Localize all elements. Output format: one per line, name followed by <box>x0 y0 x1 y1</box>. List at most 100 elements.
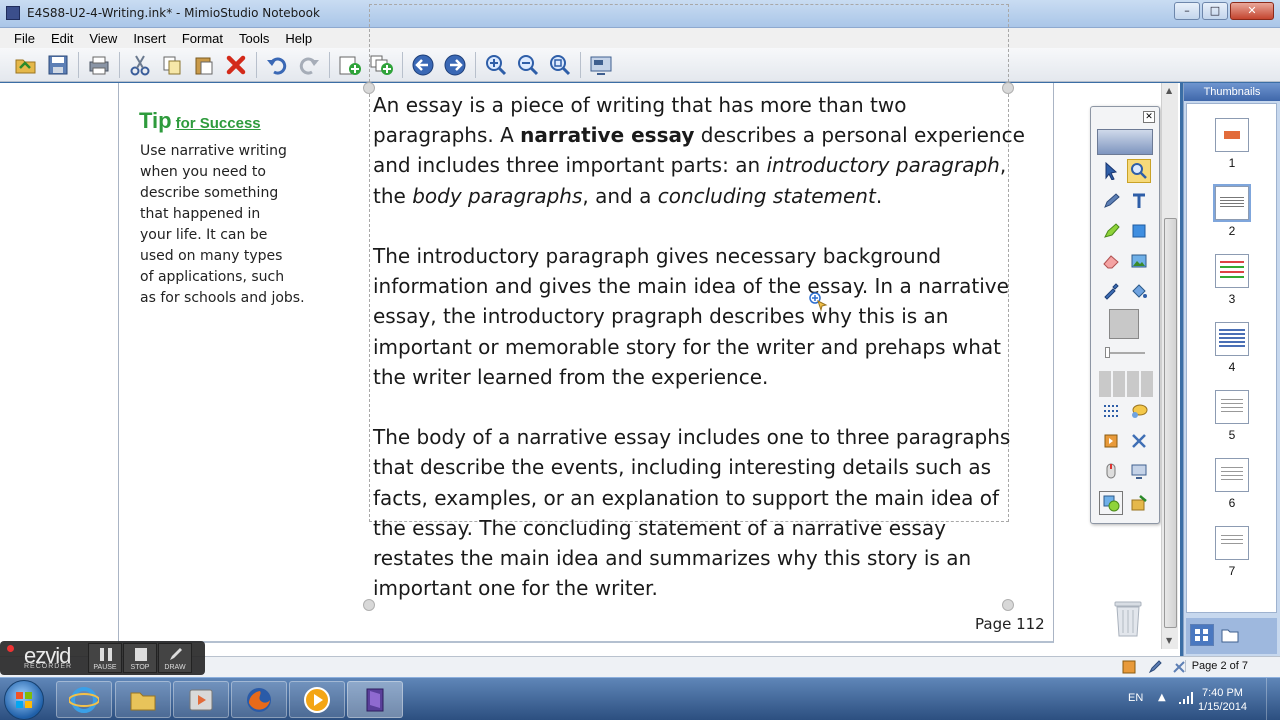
scroll-up-arrow-icon[interactable]: ▲ <box>1166 86 1172 95</box>
copy-icon <box>163 56 181 74</box>
essay-text-run: the <box>373 183 413 208</box>
menu-help[interactable]: Help <box>277 31 320 46</box>
thickness-slider-thumb[interactable] <box>1105 347 1110 358</box>
essay-text-run: , and a <box>582 183 658 208</box>
essay-paragraph-intro: An essay is a piece of writing that has … <box>373 90 1025 211</box>
text-icon <box>1133 193 1145 208</box>
thumbnail-number: 3 <box>1228 292 1236 306</box>
show-desktop-button[interactable] <box>1266 678 1280 720</box>
taskbar-media-player[interactable] <box>173 681 229 718</box>
insert-button[interactable] <box>1127 491 1151 515</box>
color-swatch[interactable] <box>1109 309 1139 339</box>
image-tool-button[interactable] <box>1127 249 1151 273</box>
save-icon <box>48 55 68 74</box>
eyedropper-tool-button[interactable] <box>1099 279 1123 303</box>
ezvid-stop-button[interactable]: STOP <box>123 643 157 673</box>
ezvid-draw-button[interactable]: DRAW <box>158 643 192 673</box>
line-style-picker[interactable] <box>1099 371 1153 397</box>
thumbnails-view-button[interactable] <box>1190 624 1214 646</box>
vertical-scrollbar[interactable]: ▲ ▼ <box>1161 83 1178 649</box>
tip-line: Use narrative writing <box>140 143 287 159</box>
eraser-tool-button[interactable] <box>1099 249 1123 273</box>
language-indicator[interactable]: EN <box>1128 692 1143 704</box>
paste-button[interactable] <box>190 51 218 79</box>
callout-tool-button[interactable] <box>1127 399 1151 423</box>
print-button[interactable] <box>85 51 113 79</box>
scroll-down-arrow-icon[interactable]: ▼ <box>1166 636 1172 645</box>
menu-insert[interactable]: Insert <box>125 31 174 46</box>
menu-format[interactable]: Format <box>174 31 231 46</box>
tip-line: your life. It can be <box>140 227 268 243</box>
exit-icon[interactable] <box>1122 660 1136 674</box>
mouse-tool-button[interactable] <box>1099 459 1123 483</box>
thumbnail-page-7[interactable]: 7 <box>1205 526 1259 578</box>
zoom-tool-button[interactable] <box>1127 159 1151 183</box>
pen-status-icon[interactable] <box>1148 660 1162 674</box>
menu-view[interactable]: View <box>81 31 125 46</box>
trash-icon[interactable] <box>1112 598 1144 638</box>
media-player-icon <box>189 689 213 710</box>
copy-button[interactable] <box>158 51 186 79</box>
folder-view-button[interactable] <box>1218 624 1242 646</box>
network-signal-icon[interactable] <box>1178 691 1194 705</box>
window-title: E4S88-U2-4-Writing.ink* - MimioStudio No… <box>27 6 320 20</box>
open-button[interactable] <box>12 51 40 79</box>
screen-capture-button[interactable] <box>1127 459 1151 483</box>
reveal-tool-button[interactable] <box>1099 429 1123 453</box>
ezvid-stop-label: STOP <box>130 664 150 671</box>
thickness-slider[interactable] <box>1105 352 1145 354</box>
open-icon <box>15 59 36 73</box>
essay-line: and includes three important parts: an i… <box>373 150 1013 180</box>
screen-capture-icon <box>1131 464 1147 479</box>
taskbar-media-player-classic[interactable] <box>289 681 345 718</box>
palette-close-button[interactable]: ✕ <box>1143 111 1155 123</box>
ezvid-pause-button[interactable]: PAUSE <box>88 643 122 673</box>
pen-preview <box>1097 129 1153 155</box>
menu-tools[interactable]: Tools <box>231 31 277 46</box>
taskbar-firefox[interactable] <box>231 681 287 718</box>
rectangle-icon <box>1132 224 1146 238</box>
thumbnail-page-1[interactable]: 1 <box>1205 118 1259 170</box>
menu-edit[interactable]: Edit <box>43 31 81 46</box>
thumbnail-page-4[interactable]: 4 <box>1205 322 1259 374</box>
save-button[interactable] <box>44 51 72 79</box>
highlighter-tool-button[interactable] <box>1099 219 1123 243</box>
scrollbar-thumb[interactable] <box>1164 218 1177 628</box>
new-page-button[interactable] <box>336 51 364 79</box>
taskbar-file-explorer[interactable] <box>115 681 171 718</box>
system-clock[interactable]: 7:40 PM 1/15/2014 <box>1198 686 1247 714</box>
menu-file[interactable]: File <box>6 31 43 46</box>
gallery-button[interactable] <box>1099 491 1123 515</box>
redo-button[interactable] <box>295 51 323 79</box>
thumbnail-image <box>1215 322 1249 356</box>
thumbnails-bottom-bar <box>1186 618 1277 654</box>
essay-line: important or memorable story for the wri… <box>373 334 1001 359</box>
shape-tool-button[interactable] <box>1127 219 1151 243</box>
tray-expand-icon[interactable]: ▲ <box>1158 692 1166 703</box>
taskbar-internet-explorer[interactable] <box>56 681 112 718</box>
grid-tool-button[interactable] <box>1099 399 1123 423</box>
insert-icon <box>1131 495 1147 511</box>
taskbar-mimio-notebook[interactable] <box>347 681 403 718</box>
folder-icon <box>1221 629 1239 643</box>
cut-button[interactable] <box>126 51 154 79</box>
tools-button[interactable] <box>1127 429 1151 453</box>
undo-button[interactable] <box>263 51 291 79</box>
thumbnail-page-2[interactable]: 2 <box>1205 184 1259 238</box>
minimize-button[interactable]: – <box>1174 2 1200 20</box>
thumbnail-number: 1 <box>1228 156 1236 170</box>
select-tool-button[interactable] <box>1099 159 1123 183</box>
essay-line: An essay is a piece of writing that has … <box>373 90 1013 120</box>
text-tool-button[interactable] <box>1127 189 1151 213</box>
pen-tool-button[interactable] <box>1099 189 1123 213</box>
thumbnail-page-5[interactable]: 5 <box>1205 390 1259 442</box>
thumbnail-page-6[interactable]: 6 <box>1205 458 1259 510</box>
tip-line: when you need to <box>140 164 266 180</box>
close-button[interactable]: ✕ <box>1230 2 1274 20</box>
fill-tool-button[interactable] <box>1127 279 1151 303</box>
essay-line: the essay. The concluding statement of a… <box>373 515 946 540</box>
delete-button[interactable] <box>222 51 250 79</box>
maximize-button[interactable]: □ <box>1202 2 1228 20</box>
start-button[interactable] <box>4 680 44 720</box>
thumbnail-page-3[interactable]: 3 <box>1205 254 1259 306</box>
